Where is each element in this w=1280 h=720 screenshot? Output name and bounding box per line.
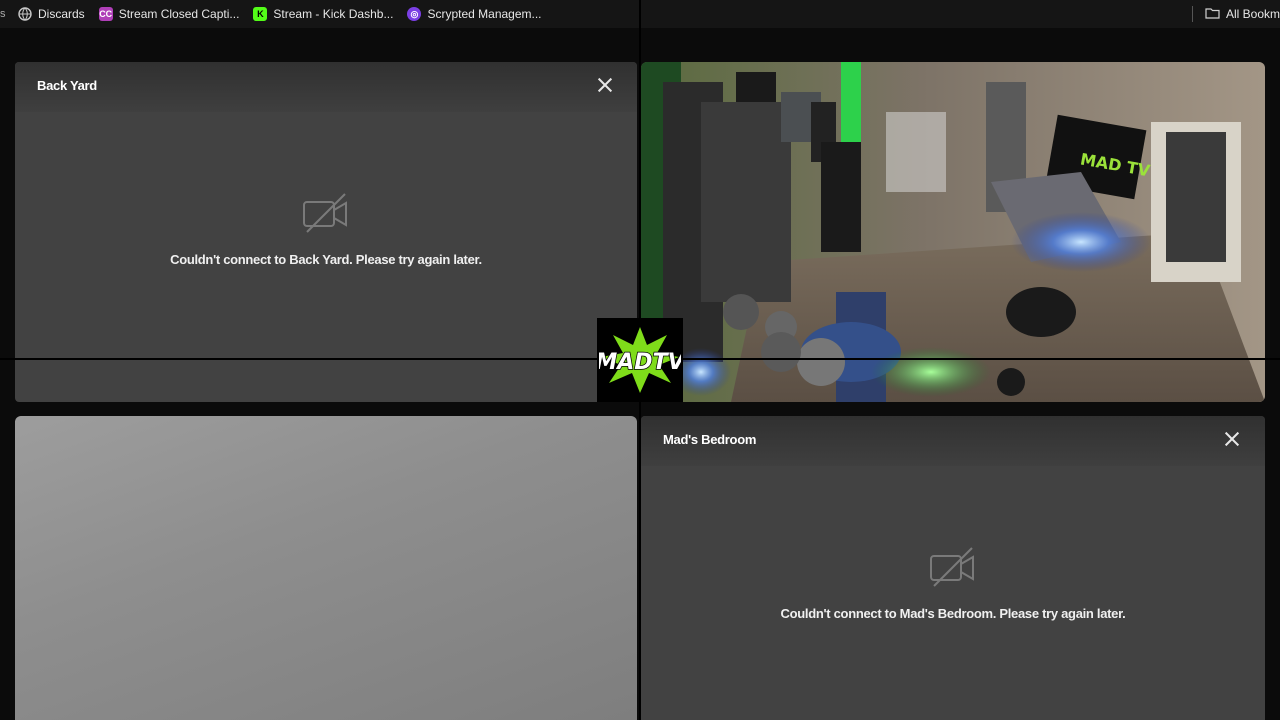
all-bookmarks[interactable]: All Bookm (1191, 0, 1280, 28)
bookmark-label: Discards (38, 7, 85, 21)
kick-icon: K (253, 7, 268, 21)
bookmark-scrypted[interactable]: ◎ Scrypted Managem... (407, 7, 542, 21)
close-icon[interactable] (596, 76, 614, 94)
divider (1191, 6, 1193, 22)
logo-text: MADTV (599, 350, 681, 375)
bookmark-label: Stream - Kick Dashb... (273, 7, 394, 21)
folder-icon (1205, 7, 1220, 22)
panel-title: Back Yard (37, 78, 97, 93)
live-feed-image: MAD TV (641, 62, 1265, 402)
overflow-marker: s (0, 8, 6, 20)
bookmark-discards[interactable]: Discards (18, 7, 85, 21)
panel-title: Mad's Bedroom (663, 432, 757, 447)
error-state: Couldn't connect to Mad's Bedroom. Pleas… (641, 546, 1265, 621)
error-message: Couldn't connect to Back Yard. Please tr… (170, 252, 482, 267)
panel-header (15, 62, 637, 112)
all-bookmarks-label: All Bookm (1225, 7, 1280, 21)
camera-panel-blank[interactable] (15, 416, 637, 720)
camera-panel-mads-bedroom: Mad's Bedroom Couldn't connect to Mad's … (641, 416, 1265, 720)
error-message: Couldn't connect to Mad's Bedroom. Pleas… (780, 606, 1126, 621)
camera-live-feed[interactable]: MAD TV (641, 62, 1265, 402)
captions-icon: CC (98, 7, 113, 21)
globe-icon (18, 7, 32, 21)
camera-off-icon (928, 546, 978, 588)
camera-panel-back-yard: Back Yard Couldn't connect to Back Yard.… (15, 62, 637, 402)
bookmark-label: Scrypted Managem... (427, 7, 542, 21)
close-icon[interactable] (1223, 430, 1241, 448)
scrypted-icon: ◎ (407, 7, 422, 21)
camera-off-icon (301, 192, 351, 234)
bookmark-kick-dashboard[interactable]: K Stream - Kick Dashb... (253, 7, 393, 21)
madtv-logo: MADTV (597, 318, 683, 402)
bookmark-closed-captions[interactable]: CC Stream Closed Capti... (98, 7, 240, 21)
bookmark-label: Stream Closed Capti... (118, 7, 240, 21)
error-state: Couldn't connect to Back Yard. Please tr… (15, 192, 637, 267)
